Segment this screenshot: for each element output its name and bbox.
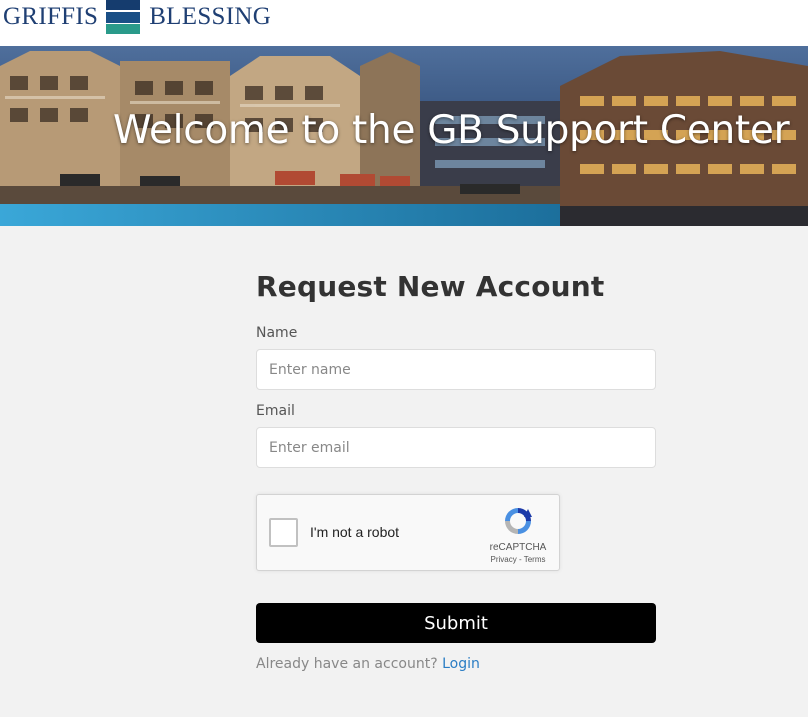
login-link[interactable]: Login: [442, 656, 480, 672]
recaptcha-link-separator: -: [516, 555, 524, 564]
logo-mark-icon: [106, 0, 141, 34]
name-label: Name: [256, 325, 298, 341]
recaptcha-links: Privacy - Terms: [485, 555, 551, 564]
login-prompt-text: Already have an account?: [256, 656, 438, 672]
recaptcha-widget: I'm not a robot reCAPTCHA Privacy - Term…: [256, 494, 560, 571]
form-title: Request New Account: [256, 270, 605, 303]
name-input[interactable]: [256, 349, 656, 390]
hero-banner: Welcome to the GB Support Center: [0, 46, 808, 226]
captcha-checkbox[interactable]: [269, 518, 298, 547]
logo-word-right: BLESSING: [149, 3, 272, 30]
griffis-blessing-logo[interactable]: GRIFFIS BLESSING: [3, 0, 271, 34]
top-bar: GRIFFIS BLESSING: [0, 0, 808, 46]
login-prompt: Already have an account? Login: [256, 656, 480, 672]
recaptcha-brand: reCAPTCHA: [489, 542, 547, 553]
submit-button[interactable]: Submit: [256, 603, 656, 643]
email-input[interactable]: [256, 427, 656, 468]
recaptcha-icon: [505, 508, 532, 534]
email-label: Email: [256, 403, 295, 419]
recaptcha-terms-link[interactable]: Terms: [524, 555, 546, 564]
hero-title: Welcome to the GB Support Center: [113, 108, 790, 153]
logo-word-left: GRIFFIS: [3, 3, 99, 30]
captcha-label: I'm not a robot: [310, 524, 400, 540]
recaptcha-privacy-link[interactable]: Privacy: [491, 555, 517, 564]
